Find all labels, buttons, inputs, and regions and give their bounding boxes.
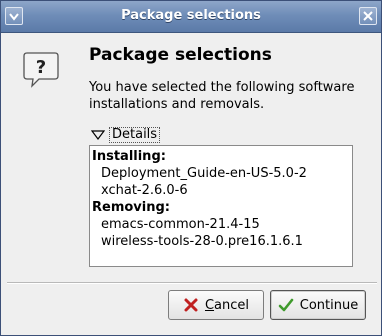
list-item: Deployment_Guide-en-US-5.0-2 — [101, 166, 307, 181]
expander-arrow-icon — [91, 129, 105, 140]
dialog-heading: Package selections — [89, 45, 272, 65]
dialog-message: You have selected the following software… — [89, 80, 355, 112]
list-item: wireless-tools-28-0.pre16.1.6.1 — [101, 234, 303, 249]
divider — [7, 282, 377, 284]
details-label: Details — [109, 126, 161, 143]
close-icon — [363, 11, 373, 21]
details-list: Installing: Deployment_Guide-en-US-5.0-2… — [89, 145, 353, 267]
continue-button[interactable]: Continue — [270, 290, 366, 320]
cancel-label: Cancel — [204, 297, 250, 313]
cancel-button[interactable]: Cancel — [168, 290, 264, 320]
checkmark-icon — [278, 298, 294, 312]
close-button[interactable] — [359, 7, 377, 25]
svg-text:?: ? — [36, 57, 46, 78]
cancel-x-icon — [184, 298, 198, 312]
continue-label: Continue — [299, 297, 359, 313]
list-item: emacs-common-21.4-15 — [101, 217, 260, 232]
removing-header: Removing: — [92, 200, 170, 215]
question-icon: ? — [21, 49, 61, 89]
details-expander[interactable]: Details — [91, 126, 161, 143]
list-item: xchat-2.6.0-6 — [101, 183, 188, 198]
window-title: Package selections — [121, 8, 261, 23]
title-bar[interactable]: Package selections — [1, 1, 381, 33]
dialog-window: Package selections ? Package selections … — [0, 0, 382, 336]
installing-header: Installing: — [92, 149, 166, 164]
